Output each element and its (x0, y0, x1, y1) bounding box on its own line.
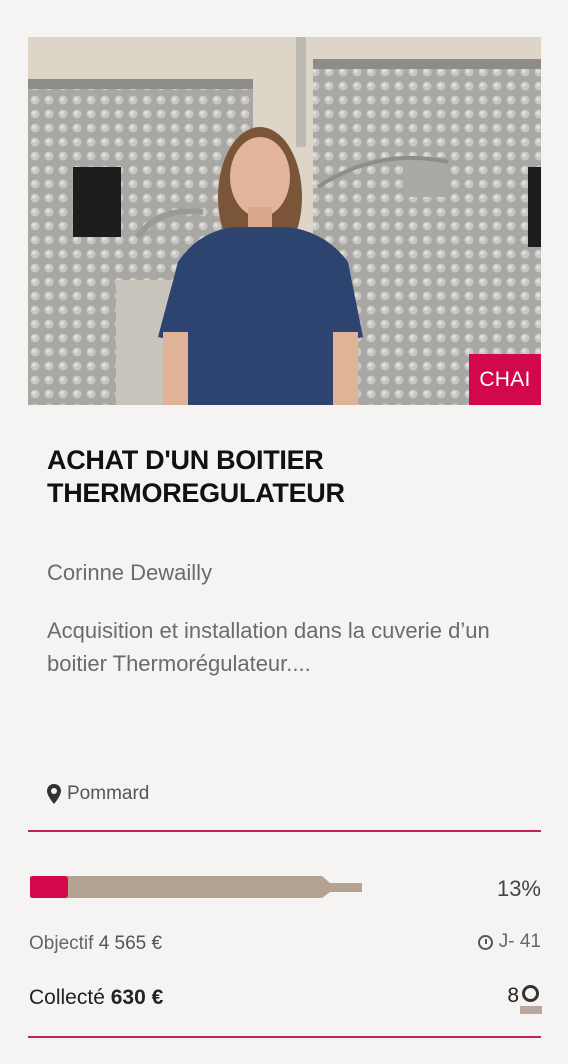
funding-progress-bar (30, 876, 362, 898)
divider (28, 1036, 541, 1038)
progress-fill (30, 876, 68, 898)
project-photo[interactable]: CHAI (28, 37, 541, 405)
objective-label: Objectif (29, 933, 94, 954)
project-author: Corinne Dewailly (47, 560, 213, 585)
progress-percent: 13% (496, 876, 541, 901)
divider (28, 830, 541, 832)
photo-illustration (28, 37, 541, 405)
collected-amount: 630 € (110, 986, 164, 1009)
user-icon (520, 984, 542, 1014)
project-card[interactable]: CHAI ACHAT D'UN BOITIER THERMOREGULATEUR… (0, 0, 568, 1064)
contributors: 8 (507, 984, 542, 1014)
clock-icon (477, 934, 493, 950)
collected: Collecté 630 € (29, 986, 163, 1010)
objective-amount: 4 565 € (98, 933, 163, 954)
days-remaining-label: J- 41 (498, 931, 541, 952)
collected-label: Collecté (29, 986, 105, 1009)
objective: Objectif 4 565 € (29, 933, 162, 955)
days-remaining: J- 41 (477, 931, 541, 953)
project-location: Pommard (47, 783, 149, 805)
project-description: Acquisition et installation dans la cuve… (47, 618, 490, 676)
contributors-count: 8 (507, 984, 519, 1007)
project-title[interactable]: ACHAT D'UN BOITIER THERMOREGULATEUR (47, 444, 517, 510)
category-tag[interactable]: CHAI (469, 354, 541, 405)
map-pin-icon (47, 784, 61, 804)
location-label: Pommard (67, 783, 150, 804)
progress-track (30, 876, 362, 898)
